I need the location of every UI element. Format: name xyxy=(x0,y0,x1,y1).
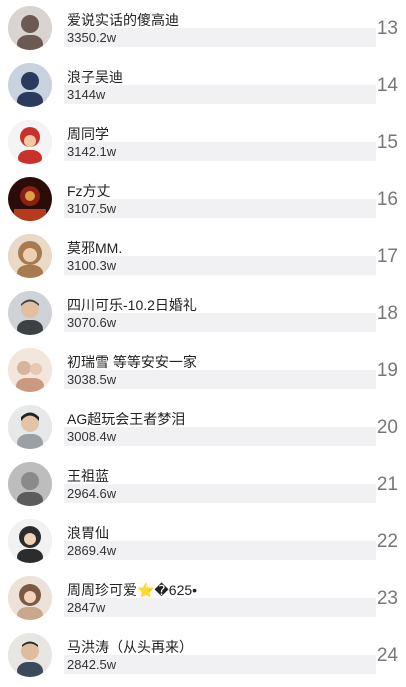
user-name: 浪子吴迪 xyxy=(67,69,123,85)
user-name: 初瑞雪 等等安安一家 xyxy=(67,354,197,370)
user-name: 爱说实话的傻高迪 xyxy=(67,12,179,28)
list-item[interactable]: 莫邪MM. 3100.3w 17 xyxy=(0,228,406,285)
user-avatar-icon[interactable] xyxy=(8,633,52,677)
rank-number: 16 xyxy=(376,189,398,210)
user-avatar-icon[interactable] xyxy=(8,462,52,506)
ranking-list: 爱说实话的傻高迪 3350.2w 13 浪子吴迪 3144w 14 周同学 31… xyxy=(0,0,406,687)
list-item[interactable]: Fz方丈 3107.5w 16 xyxy=(0,171,406,228)
follower-count: 3070.6w xyxy=(67,315,117,330)
user-avatar-icon[interactable] xyxy=(8,519,52,563)
list-item[interactable]: 王祖蓝 2964.6w 21 xyxy=(0,456,406,513)
user-name: 莫邪MM. xyxy=(67,240,123,256)
user-name: 周周珍可爱⭐️�625• xyxy=(67,582,198,598)
user-name: 四川可乐-10.2日婚礼 xyxy=(67,297,197,313)
value-bar xyxy=(64,85,376,104)
rank-number: 18 xyxy=(376,303,398,324)
follower-count: 3144w xyxy=(67,87,106,102)
rank-number: 22 xyxy=(376,531,398,552)
user-avatar-icon[interactable] xyxy=(8,576,52,620)
follower-count: 3350.2w xyxy=(67,30,117,45)
follower-count: 2869.4w xyxy=(67,543,117,558)
list-item[interactable]: 四川可乐-10.2日婚礼 3070.6w 18 xyxy=(0,285,406,342)
rank-number: 23 xyxy=(376,588,398,609)
user-name: 王祖蓝 xyxy=(67,468,109,484)
user-name: AG超玩会王者梦泪 xyxy=(67,411,186,427)
follower-count: 3038.5w xyxy=(67,372,117,387)
rank-number: 19 xyxy=(376,360,398,381)
user-avatar-icon[interactable] xyxy=(8,177,52,221)
follower-count: 2964.6w xyxy=(67,486,117,501)
user-name: 浪胃仙 xyxy=(67,525,109,541)
follower-count: 2847w xyxy=(67,600,106,615)
user-name: 马洪涛（从头再来） xyxy=(67,639,193,655)
list-item[interactable]: AG超玩会王者梦泪 3008.4w 20 xyxy=(0,399,406,456)
rank-number: 20 xyxy=(376,417,398,438)
follower-count: 2842.5w xyxy=(67,657,117,672)
rank-number: 17 xyxy=(376,246,398,267)
rank-number: 21 xyxy=(376,474,398,495)
list-item[interactable]: 周同学 3142.1w 15 xyxy=(0,114,406,171)
list-item[interactable]: 浪胃仙 2869.4w 22 xyxy=(0,513,406,570)
value-bar xyxy=(64,598,376,617)
follower-count: 3142.1w xyxy=(67,144,117,159)
user-avatar-icon[interactable] xyxy=(8,120,52,164)
user-avatar-icon[interactable] xyxy=(8,6,52,50)
list-item[interactable]: 浪子吴迪 3144w 14 xyxy=(0,57,406,114)
rank-number: 24 xyxy=(376,645,398,666)
rank-number: 15 xyxy=(376,132,398,153)
follower-count: 3100.3w xyxy=(67,258,117,273)
list-item[interactable]: 爱说实话的傻高迪 3350.2w 13 xyxy=(0,0,406,57)
user-avatar-icon[interactable] xyxy=(8,348,52,392)
user-avatar-icon[interactable] xyxy=(8,291,52,335)
rank-number: 13 xyxy=(376,18,398,39)
user-avatar-icon[interactable] xyxy=(8,234,52,278)
list-item[interactable]: 马洪涛（从头再来） 2842.5w 24 xyxy=(0,627,406,684)
follower-count: 3107.5w xyxy=(67,201,117,216)
list-item[interactable]: 初瑞雪 等等安安一家 3038.5w 19 xyxy=(0,342,406,399)
user-name: 周同学 xyxy=(67,126,109,142)
user-avatar-icon[interactable] xyxy=(8,63,52,107)
user-avatar-icon[interactable] xyxy=(8,405,52,449)
user-name: Fz方丈 xyxy=(67,183,111,199)
rank-number: 14 xyxy=(376,75,398,96)
list-item[interactable]: 周周珍可爱⭐️�625• 2847w 23 xyxy=(0,570,406,627)
follower-count: 3008.4w xyxy=(67,429,117,444)
